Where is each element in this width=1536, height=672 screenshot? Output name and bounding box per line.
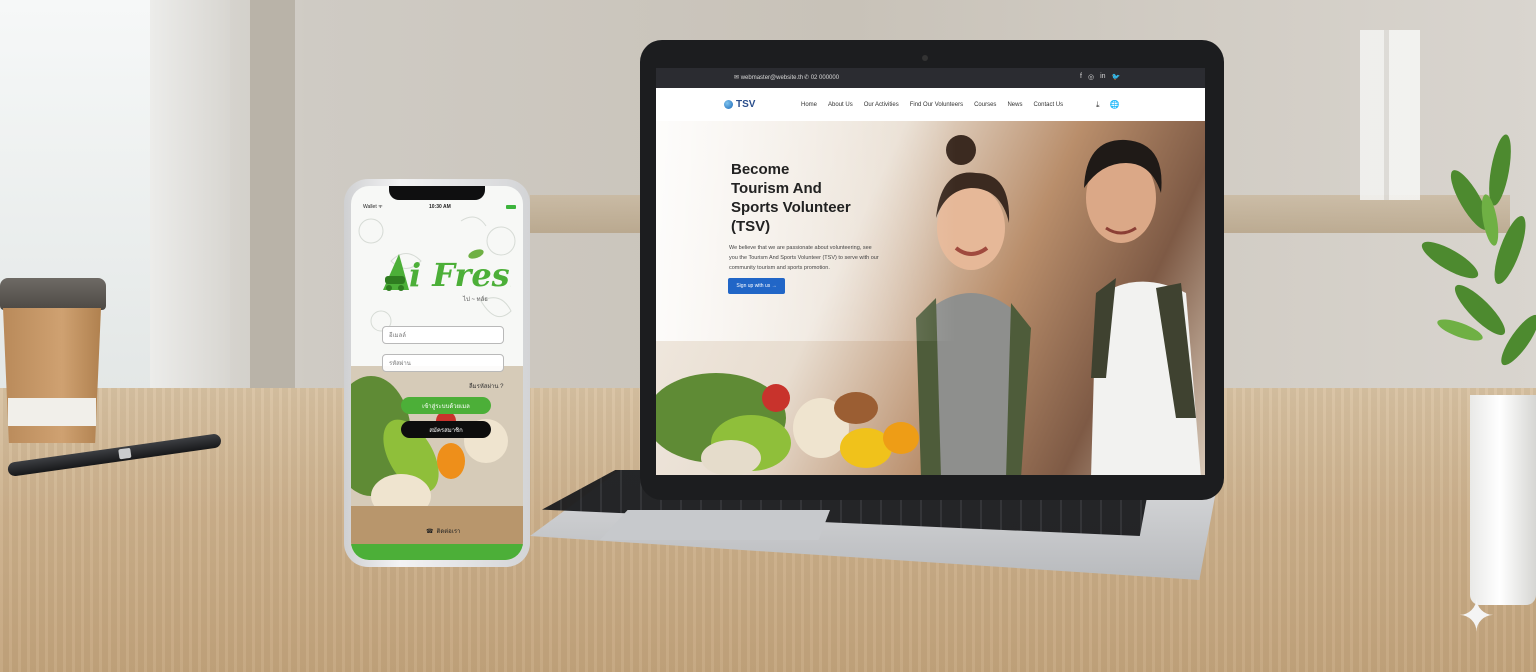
site-logo-text: TSV: [736, 99, 756, 110]
hero-man-image: [1084, 139, 1201, 475]
linkedin-icon[interactable]: in: [1100, 73, 1105, 81]
forgot-password-link[interactable]: ลืมรหัสผ่าน ?: [469, 381, 503, 391]
phone-icon: ☎: [426, 528, 434, 535]
twitter-icon[interactable]: 🐦: [1112, 73, 1121, 81]
bottom-green-bar: [351, 544, 523, 560]
plant-leaves: [1421, 134, 1536, 366]
nav-find-volunteers[interactable]: Find Our Volunteers: [910, 102, 963, 108]
cup-sleeve: [8, 398, 96, 426]
cup-lid: [0, 278, 106, 310]
site-logo[interactable]: TSV: [724, 99, 755, 110]
topbar-email[interactable]: ✉ webmaster@website.th: [734, 74, 803, 81]
phone-screen: Wallet ᯤ 10:30 AM i Fresh ไป ~ ทส์ธ อีเม…: [351, 186, 523, 560]
laptop-camera: [922, 55, 928, 61]
ifresh-logo: i Fresh: [383, 249, 511, 294]
nav-contact-us[interactable]: Contact Us: [1033, 102, 1063, 108]
nav-courses[interactable]: Courses: [974, 102, 996, 108]
background-pillar: [250, 0, 295, 390]
nav-news[interactable]: News: [1007, 102, 1022, 108]
app-subtitle: ไป ~ ทส์ธ: [463, 297, 488, 303]
phone-vegetables-image: [351, 366, 523, 546]
site-navbar: TSV Home About Us Our Activities Find Ou…: [656, 88, 1205, 121]
contact-label: ติดต่อเรา: [436, 529, 461, 535]
register-button[interactable]: สมัครสมาชิก: [401, 421, 491, 438]
download-icon[interactable]: ⤓: [1096, 100, 1100, 110]
email-field[interactable]: อีเมลล์: [382, 326, 504, 344]
status-carrier: Wallet ᯤ: [363, 204, 383, 210]
globe-logo-icon: [724, 100, 733, 109]
laptop-trackpad: [600, 510, 830, 540]
phone-notch: [389, 186, 485, 200]
window-frame: [150, 0, 230, 390]
password-field[interactable]: รหัสผ่าน: [382, 354, 504, 372]
login-button[interactable]: เข้าสู่ระบบด้วยเมล: [401, 397, 491, 414]
hero-title: Become Tourism And Sports Volunteer (TSV…: [731, 161, 851, 235]
battery-icon: [506, 205, 516, 209]
pen-clip: [118, 447, 132, 460]
nav-about-us[interactable]: About Us: [828, 102, 853, 108]
status-time: 10:30 AM: [429, 204, 451, 210]
instagram-icon[interactable]: ◎: [1088, 73, 1094, 81]
contact-link[interactable]: ☎ ติดต่อเรา: [426, 526, 460, 536]
site-topbar: ✉ webmaster@website.th ✆ 02 000000 f ◎ i…: [656, 68, 1205, 88]
nav-our-activities[interactable]: Our Activities: [864, 102, 899, 108]
nav-icons: ⤓ 🌐: [1096, 100, 1120, 110]
coffee-cup: [0, 278, 106, 443]
topbar-socials: f ◎ in 🐦: [1080, 73, 1120, 81]
hero-description: We believe that we are passionate about …: [729, 245, 879, 271]
language-globe-icon[interactable]: 🌐: [1110, 100, 1120, 110]
topbar-phone[interactable]: ✆ 02 000000: [804, 74, 839, 81]
signup-button[interactable]: Sign up with us →: [728, 278, 785, 294]
nav-home[interactable]: Home: [801, 102, 817, 108]
plant-pot: [1470, 395, 1536, 605]
sparkle-icon: ✦: [1458, 592, 1495, 641]
laptop-screen: ✉ webmaster@website.th ✆ 02 000000 f ◎ i…: [656, 68, 1205, 475]
ifresh-logo-text: i Fresh: [409, 256, 511, 294]
main-nav: Home About Us Our Activities Find Our Vo…: [801, 102, 1063, 108]
facebook-icon[interactable]: f: [1080, 73, 1082, 81]
